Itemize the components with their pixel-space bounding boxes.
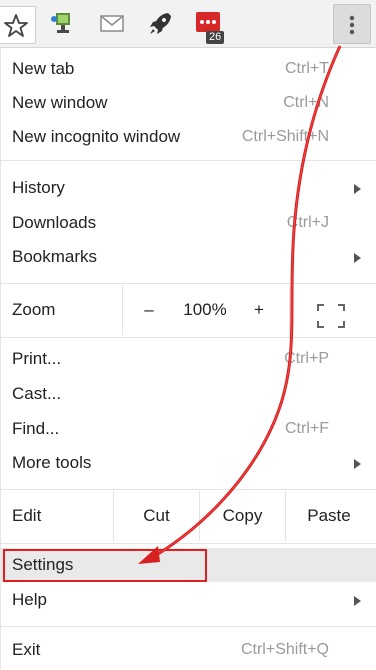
menu-item-more-tools[interactable]: More tools <box>0 446 376 480</box>
menu-separator <box>0 543 376 544</box>
copy-button[interactable]: Copy <box>200 491 285 541</box>
menu-item-exit[interactable]: Exit Ctrl+Shift+Q <box>0 633 376 667</box>
browser-menu-button[interactable] <box>333 4 371 44</box>
menu-item-label: Print... <box>12 349 62 368</box>
menu-separator <box>0 160 376 161</box>
menu-item-label: New tab <box>12 59 75 78</box>
menu-item-label: Bookmarks <box>12 247 98 266</box>
shortcut-label: Ctrl+F <box>285 420 329 437</box>
menu-item-label: Cast... <box>12 384 62 403</box>
shortcut-label: Ctrl+T <box>285 60 329 77</box>
menu-item-new-tab[interactable]: New tab Ctrl+T <box>0 52 376 86</box>
submenu-arrow-icon <box>354 184 361 194</box>
rocket-icon[interactable] <box>146 10 176 38</box>
edit-label: Edit <box>12 506 42 525</box>
zoom-label: Zoom <box>12 300 56 319</box>
menu-item-label: New window <box>12 93 108 112</box>
extension-monitor-icon[interactable] <box>48 10 78 38</box>
menu-separator <box>0 337 376 338</box>
menu-item-label: Settings <box>12 555 74 574</box>
zoom-in-button[interactable]: + <box>244 285 274 335</box>
menu-item-label: More tools <box>12 453 92 472</box>
three-dot-vertical-icon <box>349 15 355 35</box>
menu-row-edit: Edit Cut Copy Paste <box>0 491 376 541</box>
menu-item-label: Help <box>12 590 47 609</box>
menu-item-new-incognito-window[interactable]: New incognito window Ctrl+Shift+N <box>0 120 376 154</box>
menu-item-label: Downloads <box>12 213 97 232</box>
fullscreen-icon[interactable] <box>316 298 346 328</box>
zoom-out-button[interactable]: – <box>134 285 164 335</box>
submenu-arrow-icon <box>354 596 361 606</box>
menu-item-label: New incognito window <box>12 127 181 146</box>
shortcut-label: Ctrl+J <box>286 214 329 231</box>
submenu-arrow-icon <box>354 253 361 263</box>
row-divider <box>289 285 290 335</box>
browser-toolbar: 26 <box>0 0 376 48</box>
shortcut-label: Ctrl+P <box>284 350 329 367</box>
row-divider <box>122 285 123 335</box>
paste-button[interactable]: Paste <box>286 491 372 541</box>
shortcut-label: Ctrl+Shift+N <box>241 128 329 145</box>
menu-item-help[interactable]: Help <box>0 583 376 617</box>
menu-separator <box>0 489 376 490</box>
menu-separator <box>0 283 376 284</box>
menu-item-find[interactable]: Find... Ctrl+F <box>0 412 376 446</box>
menu-item-settings[interactable]: Settings <box>0 548 376 582</box>
menu-item-label: Find... <box>12 419 60 438</box>
zoom-level-value: 100% <box>183 300 227 319</box>
shortcut-label: Ctrl+N <box>283 94 329 111</box>
menu-item-label: History <box>12 178 65 197</box>
menu-item-label: Exit <box>12 640 41 659</box>
menu-item-new-window[interactable]: New window Ctrl+N <box>0 86 376 120</box>
menu-item-bookmarks[interactable]: Bookmarks <box>0 240 376 274</box>
cut-button[interactable]: Cut <box>114 491 199 541</box>
submenu-arrow-icon <box>354 459 361 469</box>
menu-item-cast[interactable]: Cast... <box>0 377 376 411</box>
bookmark-star-icon[interactable] <box>0 6 36 44</box>
menu-item-history[interactable]: History <box>0 171 376 205</box>
notification-badge: 26 <box>206 31 225 44</box>
menu-item-print[interactable]: Print... Ctrl+P <box>0 342 376 376</box>
shortcut-label: Ctrl+Shift+Q <box>240 641 329 658</box>
mail-icon[interactable] <box>97 10 127 38</box>
menu-separator <box>0 626 376 627</box>
menu-row-zoom: Zoom – 100% + <box>0 285 376 335</box>
menu-item-downloads[interactable]: Downloads Ctrl+J <box>0 206 376 240</box>
